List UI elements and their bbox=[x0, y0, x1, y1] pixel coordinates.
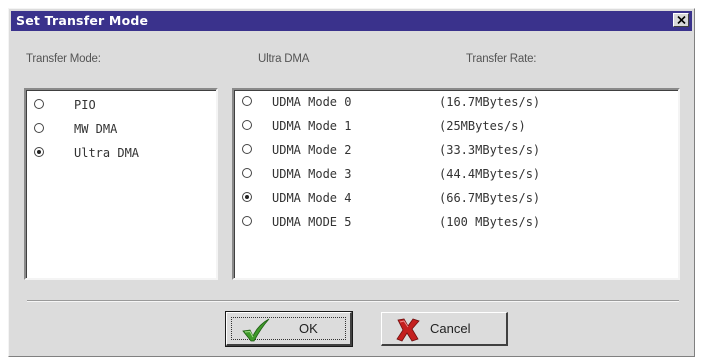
cancel-button[interactable]: Cancel bbox=[381, 312, 508, 346]
divider bbox=[27, 300, 679, 302]
close-icon bbox=[677, 16, 686, 24]
red-x-icon bbox=[396, 318, 420, 342]
udma-mode-4[interactable]: UDMA Mode 4 (66.7MBytes/s) bbox=[242, 188, 662, 208]
udma-mode-label: UDMA Mode 1 bbox=[272, 119, 352, 133]
udma-mode-2[interactable]: UDMA Mode 2 (33.3MBytes/s) bbox=[242, 140, 662, 160]
udma-mode-0[interactable]: UDMA Mode 0 (16.7MBytes/s) bbox=[242, 92, 662, 112]
transfer-mode-label: Ultra DMA bbox=[74, 146, 140, 160]
radio-button[interactable] bbox=[34, 99, 44, 109]
udma-mode-label: UDMA Mode 3 bbox=[272, 167, 352, 181]
transfer-mode-ultra-dma[interactable]: Ultra DMA bbox=[34, 143, 204, 163]
transfer-mode-label: PIO bbox=[74, 98, 96, 112]
radio-button[interactable] bbox=[34, 147, 44, 157]
checkmark-icon bbox=[242, 318, 270, 342]
radio-button[interactable] bbox=[242, 168, 252, 178]
transfer-rate-header: Transfer Rate: bbox=[466, 53, 537, 65]
udma-rate: (33.3MBytes/s) bbox=[439, 143, 541, 157]
udma-mode-5[interactable]: UDMA MODE 5 (100 MBytes/s) bbox=[242, 212, 662, 232]
udma-mode-label: UDMA MODE 5 bbox=[272, 215, 352, 229]
title-bar[interactable]: Set Transfer Mode bbox=[11, 11, 692, 31]
transfer-mode-mw-dma[interactable]: MW DMA bbox=[34, 119, 204, 139]
transfer-mode-label: MW DMA bbox=[74, 122, 118, 136]
radio-button[interactable] bbox=[242, 216, 252, 226]
udma-mode-label: UDMA Mode 4 bbox=[272, 191, 352, 205]
radio-button[interactable] bbox=[242, 192, 252, 202]
window-title: Set Transfer Mode bbox=[16, 13, 149, 28]
ok-label: OK bbox=[299, 321, 318, 336]
radio-button[interactable] bbox=[34, 123, 44, 133]
transfer-mode-pio[interactable]: PIO bbox=[34, 95, 204, 115]
udma-rate: (100 MBytes/s) bbox=[439, 215, 541, 229]
transfer-mode-header: Transfer Mode: bbox=[26, 53, 101, 65]
udma-mode-3[interactable]: UDMA Mode 3 (44.4MBytes/s) bbox=[242, 164, 662, 184]
udma-mode-list: UDMA Mode 0 (16.7MBytes/s) UDMA Mode 1 (… bbox=[232, 88, 680, 280]
radio-button[interactable] bbox=[242, 120, 252, 130]
radio-button[interactable] bbox=[242, 144, 252, 154]
set-transfer-mode-dialog: Set Transfer Mode Transfer Mode: Ultra D… bbox=[8, 8, 695, 357]
ultra-dma-header: Ultra DMA bbox=[258, 53, 310, 65]
udma-mode-label: UDMA Mode 2 bbox=[272, 143, 352, 157]
transfer-mode-list: PIO MW DMA Ultra DMA bbox=[24, 88, 218, 280]
udma-rate: (66.7MBytes/s) bbox=[439, 191, 541, 205]
cancel-label: Cancel bbox=[430, 321, 471, 336]
udma-rate: (16.7MBytes/s) bbox=[439, 95, 541, 109]
udma-mode-1[interactable]: UDMA Mode 1 (25MBytes/s) bbox=[242, 116, 662, 136]
udma-mode-label: UDMA Mode 0 bbox=[272, 95, 352, 109]
close-button[interactable] bbox=[673, 13, 689, 27]
radio-button[interactable] bbox=[242, 96, 252, 106]
ok-button[interactable]: OK bbox=[225, 311, 353, 347]
udma-rate: (25MBytes/s) bbox=[439, 119, 526, 133]
udma-rate: (44.4MBytes/s) bbox=[439, 167, 541, 181]
